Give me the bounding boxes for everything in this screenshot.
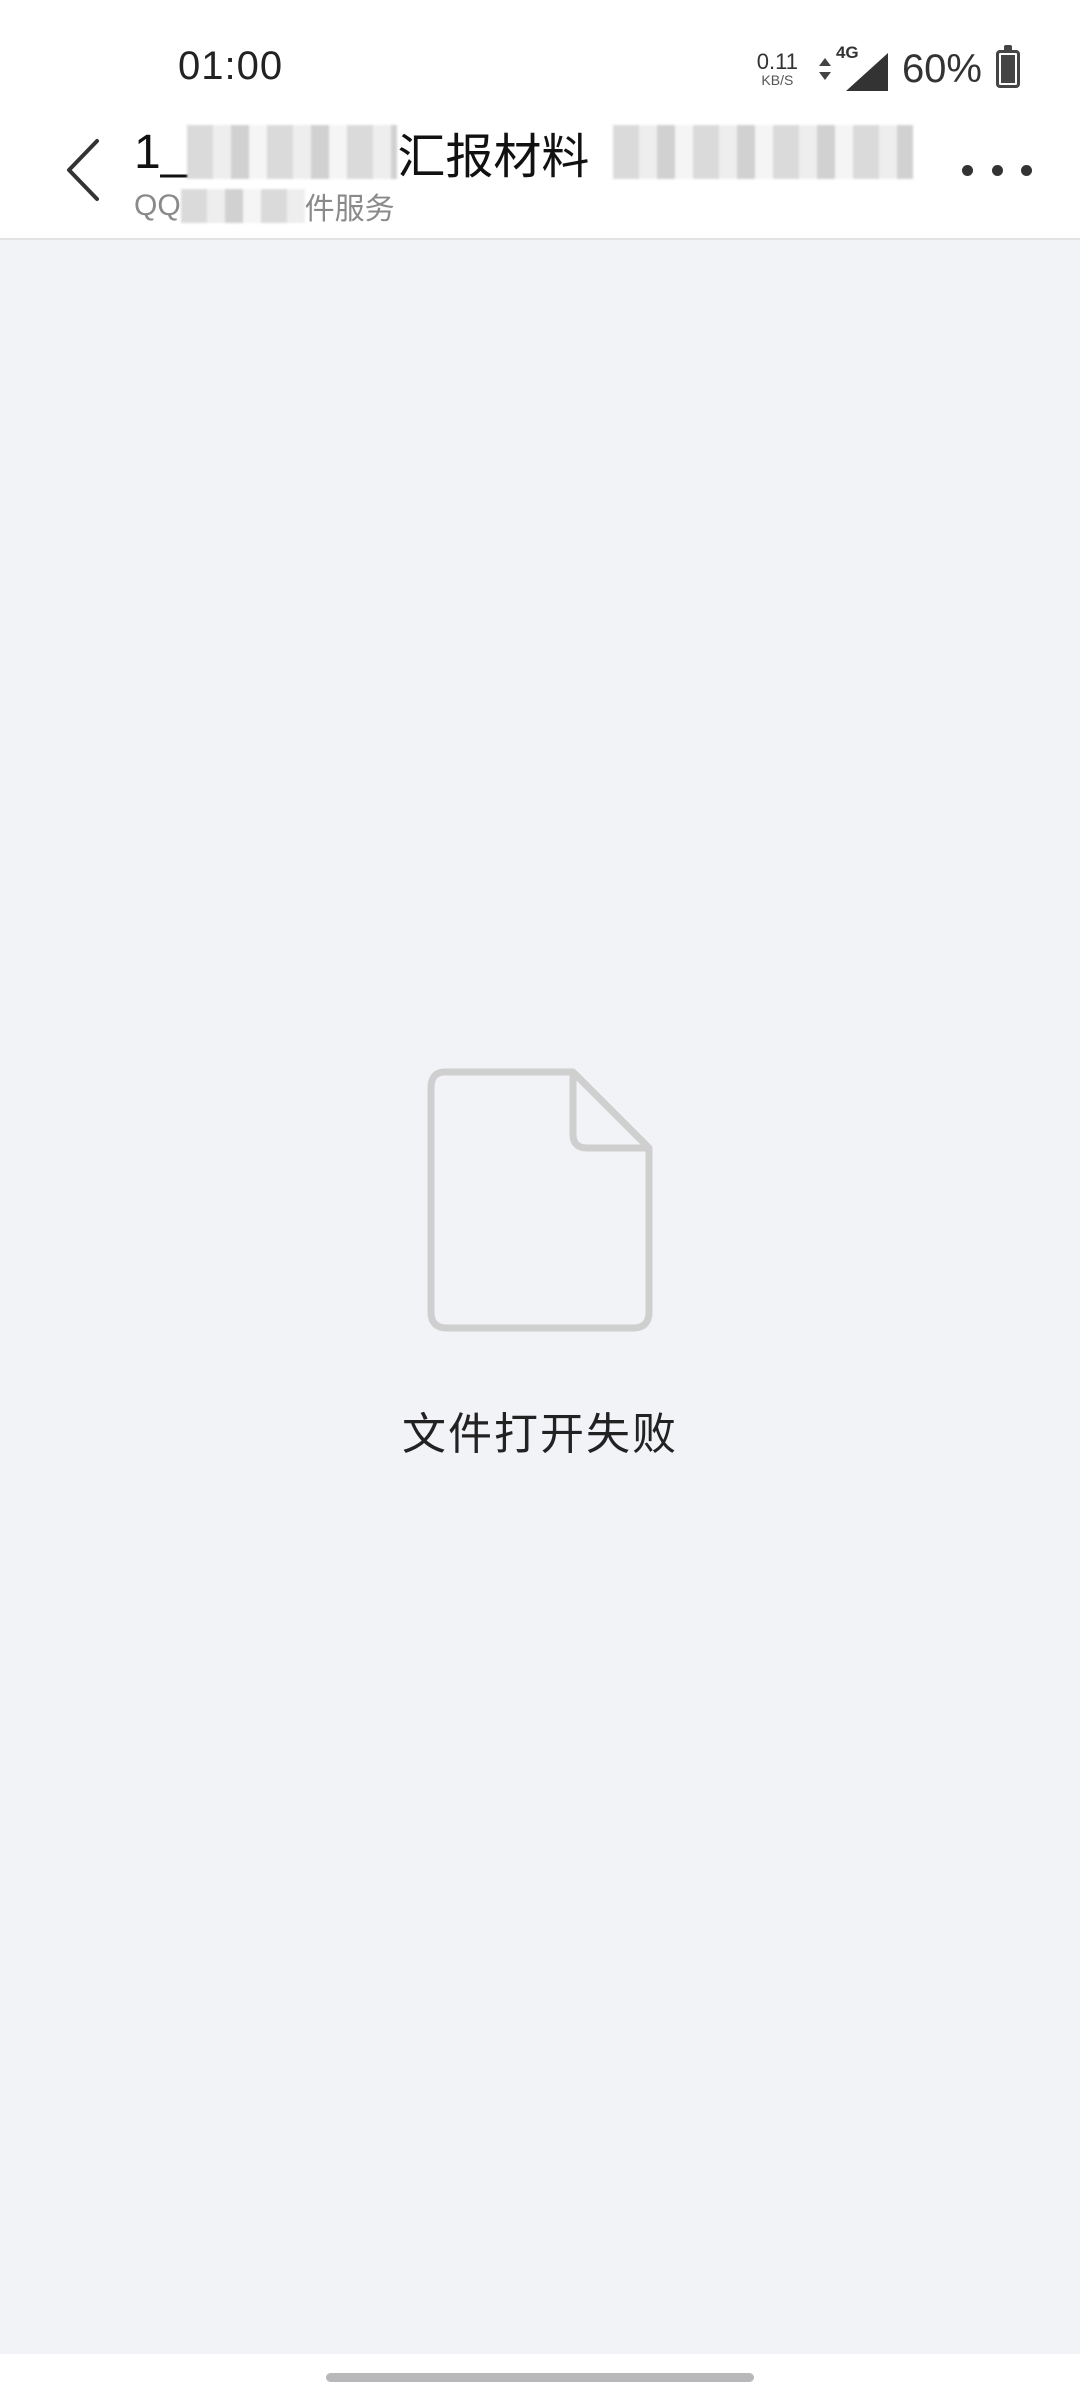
- document-title: 1_ 汇报材料: [134, 120, 914, 184]
- data-arrows-icon: [818, 58, 831, 80]
- screen: 01:00 0.11 KB/S 4G 60% 1_ 汇报材料 QQ 件服务 文件…: [0, 0, 1080, 2400]
- navigation-bar: [0, 2354, 1080, 2400]
- network-speed: 0.11 KB/S: [756, 49, 798, 88]
- back-button[interactable]: [48, 130, 118, 210]
- title-prefix: 1_: [134, 125, 188, 179]
- more-horizontal-icon: [962, 164, 973, 176]
- chevron-left-icon: [67, 139, 99, 201]
- more-dot: [1021, 164, 1032, 176]
- cellular-signal: 4G: [818, 43, 888, 91]
- error-message: 文件打开失败: [402, 1410, 678, 1459]
- redacted-region: [187, 125, 398, 179]
- network-speed-unit: KB/S: [761, 72, 794, 88]
- title-area: 1_ 汇报材料 QQ 件服务: [134, 120, 914, 226]
- battery-percent: 60%: [901, 46, 982, 91]
- status-time: 01:00: [178, 44, 284, 88]
- subtitle-prefix: QQ: [134, 189, 181, 222]
- document-subtitle: QQ 件服务: [134, 186, 914, 226]
- network-speed-value: 0.11: [756, 49, 798, 74]
- more-dot: [991, 164, 1003, 176]
- battery-icon: [996, 45, 1020, 88]
- top-bar: 01:00 0.11 KB/S 4G 60% 1_ 汇报材料 QQ 件服务: [0, 0, 1080, 240]
- more-options-button[interactable]: [962, 150, 1032, 190]
- file-icon: [427, 1068, 653, 1332]
- title-visible-part: 汇报材料: [397, 131, 590, 184]
- redacted-region: [613, 125, 914, 179]
- signal-strength-icon: 4G: [836, 43, 888, 91]
- empty-state: 文件打开失败: [0, 1068, 1080, 1462]
- redacted-region: [180, 189, 305, 223]
- home-indicator[interactable]: [326, 2373, 754, 2382]
- status-indicators: 0.11 KB/S 4G 60%: [756, 43, 1020, 94]
- subtitle-suffix: 件服务: [304, 193, 395, 226]
